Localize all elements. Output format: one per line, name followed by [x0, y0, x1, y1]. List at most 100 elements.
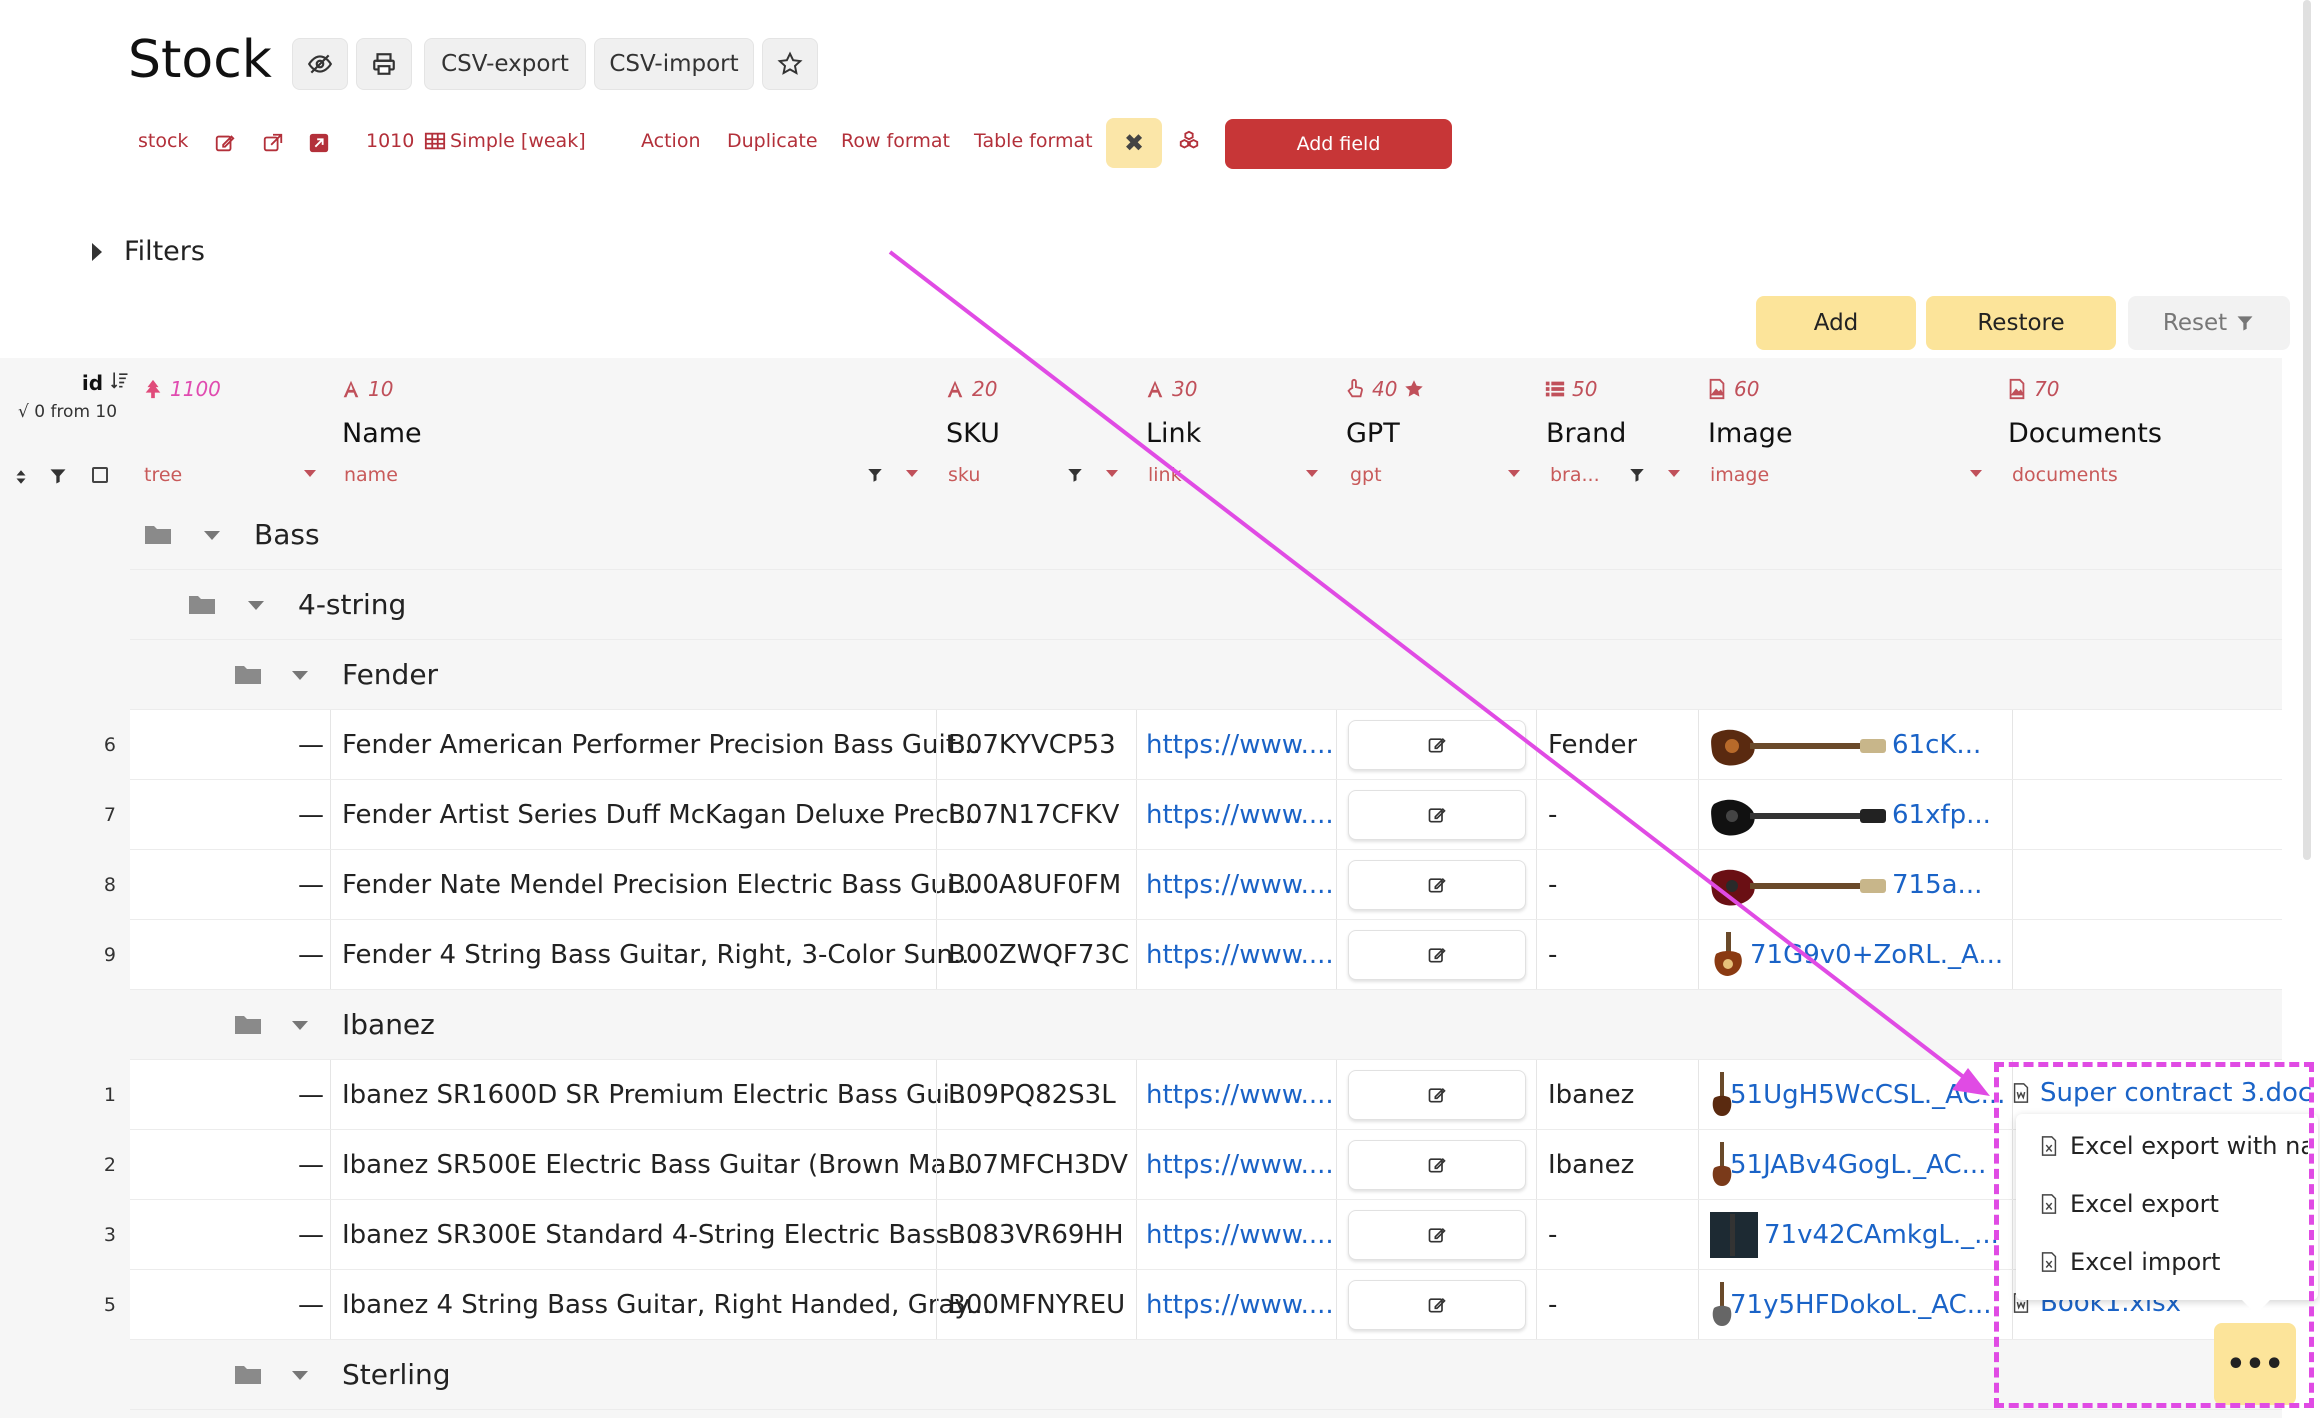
add-field-button[interactable]: Add field — [1225, 119, 1452, 169]
cell-image[interactable]: 61xfp... — [1892, 780, 1991, 849]
gpt-edit-button[interactable] — [1348, 1140, 1526, 1190]
cell-sku[interactable]: B00ZWQF73C — [948, 920, 1129, 989]
gpt-edit-button[interactable] — [1348, 790, 1526, 840]
chevron-down-icon[interactable] — [906, 470, 918, 477]
open-external-button[interactable] — [262, 132, 284, 159]
filter-icon[interactable] — [1628, 466, 1646, 488]
chevron-down-icon[interactable] — [304, 470, 316, 477]
cell-link[interactable]: https://www.... — [1146, 1130, 1334, 1199]
restore-button[interactable]: Restore — [1926, 296, 2116, 350]
cell-link[interactable]: https://www.... — [1146, 1060, 1334, 1129]
chevron-down-icon[interactable] — [292, 671, 308, 680]
filters-toggle[interactable]: Filters — [92, 236, 205, 267]
action-link[interactable]: Action — [641, 130, 701, 152]
chevron-down-icon[interactable] — [1970, 470, 1982, 477]
cell-sku[interactable]: B07N17CFKV — [948, 780, 1119, 849]
edit-table-button[interactable] — [214, 132, 236, 159]
cell-link[interactable]: https://www.... — [1146, 1200, 1334, 1269]
col-image-header[interactable]: 60 — [1706, 377, 1759, 401]
gpt-edit-button[interactable] — [1348, 1210, 1526, 1260]
cell-brand[interactable]: Fender — [1548, 710, 1637, 779]
gpt-edit-button[interactable] — [1348, 720, 1526, 770]
scrollbar[interactable] — [2303, 0, 2311, 860]
chevron-down-icon[interactable] — [204, 531, 220, 540]
gpt-edit-button[interactable] — [1348, 1070, 1526, 1120]
row-format-link[interactable]: Row format — [841, 130, 950, 152]
col-sku-field[interactable]: sku — [948, 464, 980, 486]
cell-image[interactable]: 71v42CAmkgL._... — [1764, 1200, 1999, 1269]
gpt-edit-button[interactable] — [1348, 860, 1526, 910]
cell-link[interactable]: https://www.... — [1146, 1270, 1334, 1339]
col-sku-header[interactable]: 20 — [944, 377, 997, 401]
gpt-edit-button[interactable] — [1348, 1280, 1526, 1330]
col-gpt-field[interactable]: gpt — [1350, 464, 1382, 486]
col-documents-field[interactable]: documents — [2012, 464, 2118, 486]
group-row-4-string[interactable]: 4-string — [130, 570, 2282, 640]
group-row-bass[interactable]: Bass — [130, 500, 2282, 570]
add-button[interactable]: Add — [1756, 296, 1916, 350]
favorite-button[interactable] — [762, 38, 818, 90]
cell-link[interactable]: https://www.... — [1146, 920, 1334, 989]
cell-brand[interactable]: - — [1548, 1270, 1557, 1339]
col-link-header[interactable]: 30 — [1144, 377, 1197, 401]
chevron-down-icon[interactable] — [1306, 470, 1318, 477]
cell-brand[interactable]: Ibanez — [1548, 1060, 1634, 1129]
cell-sku[interactable]: B083VR69HH — [948, 1200, 1124, 1269]
cell-sku[interactable]: B09PQ82S3L — [948, 1060, 1116, 1129]
cell-brand[interactable]: Ibanez — [1548, 1130, 1634, 1199]
cell-sku[interactable]: B00A8UF0FM — [948, 850, 1121, 919]
open-in-panel-button[interactable] — [308, 132, 330, 159]
col-name-field[interactable]: name — [344, 464, 398, 486]
cell-link[interactable]: https://www.... — [1146, 780, 1334, 849]
cell-image[interactable]: 71G9v0+ZoRL._A... — [1750, 920, 2003, 989]
col-image-field[interactable]: image — [1710, 464, 1769, 486]
table-row[interactable]: 6 — Fender American Performer Precision … — [104, 710, 2282, 780]
print-button[interactable] — [356, 38, 412, 90]
reset-button[interactable]: Reset — [2128, 296, 2290, 350]
select-all-checkbox[interactable] — [92, 467, 108, 483]
table-type[interactable]: Simple [weak] — [450, 130, 586, 152]
cell-brand[interactable]: - — [1548, 850, 1557, 919]
table-format-link[interactable]: Table format — [974, 130, 1093, 152]
cubes-icon[interactable] — [1178, 130, 1200, 157]
table-row[interactable]: 7 — Fender Artist Series Duff McKagan De… — [104, 780, 2282, 850]
table-row[interactable]: 9 — Fender 4 String Bass Guitar, Right, … — [104, 920, 2282, 990]
col-documents-header[interactable]: 70 — [2006, 377, 2059, 401]
group-row-fender[interactable]: Fender — [130, 640, 2282, 710]
cell-image[interactable]: 61cK... — [1892, 710, 1981, 779]
col-brand-header[interactable]: 50 — [1544, 377, 1597, 401]
chevron-down-icon[interactable] — [1508, 470, 1520, 477]
cell-sku[interactable]: B07MFCH3DV — [948, 1130, 1128, 1199]
col-brand-field[interactable]: bra... — [1550, 464, 1600, 486]
clear-button[interactable]: ✖ — [1106, 118, 1162, 168]
cell-image[interactable]: 51UgH5WcCSL._AC... — [1730, 1060, 2005, 1129]
cell-image[interactable]: 51JABv4GogL._AC... — [1730, 1130, 1986, 1199]
table-row[interactable]: 2 — Ibanez SR500E Electric Bass Guitar (… — [104, 1130, 2282, 1200]
col-gpt-header[interactable]: 40 — [1344, 377, 1425, 401]
csv-export-button[interactable]: CSV-export — [424, 38, 586, 90]
cell-brand[interactable]: - — [1548, 780, 1557, 849]
table-row[interactable]: 3 — Ibanez SR300E Standard 4-String Elec… — [104, 1200, 2282, 1270]
cell-brand[interactable]: - — [1548, 920, 1557, 989]
cell-sku[interactable]: B00MFNYREU — [948, 1270, 1125, 1339]
filter-icon[interactable] — [1066, 466, 1084, 488]
cell-link[interactable]: https://www.... — [1146, 710, 1334, 779]
gpt-edit-button[interactable] — [1348, 930, 1526, 980]
hide-icon-button[interactable] — [292, 38, 348, 90]
chevron-down-icon[interactable] — [1106, 470, 1118, 477]
chevron-down-icon[interactable] — [1668, 470, 1680, 477]
cell-sku[interactable]: B07KYVCP53 — [948, 710, 1116, 779]
chevron-down-icon[interactable] — [292, 1371, 308, 1380]
chevron-down-icon[interactable] — [292, 1021, 308, 1030]
cell-brand[interactable]: - — [1548, 1200, 1557, 1269]
csv-import-button[interactable]: CSV-import — [594, 38, 754, 90]
col-tree-field[interactable]: tree — [144, 464, 182, 486]
chevron-down-icon[interactable] — [248, 601, 264, 610]
group-row-ibanez[interactable]: Ibanez — [130, 990, 2282, 1060]
cell-image[interactable]: 71y5HFDokoL._AC... — [1730, 1270, 1992, 1339]
cell-image[interactable]: 715a... — [1892, 850, 1982, 919]
duplicate-link[interactable]: Duplicate — [727, 130, 818, 152]
sort-toggle-icon[interactable] — [12, 466, 30, 492]
filter-icon[interactable] — [866, 466, 884, 488]
table-row[interactable]: 5 — Ibanez 4 String Bass Guitar, Right H… — [104, 1270, 2282, 1340]
